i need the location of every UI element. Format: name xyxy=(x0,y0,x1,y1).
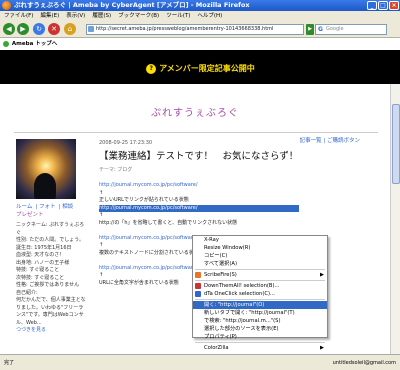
divider xyxy=(14,132,378,133)
blog-top-links[interactable]: 記事一覧 | ご購読ボタン xyxy=(300,136,360,144)
profile-details: ニックネーム: ぷれすうぇぶろぐ 性別: ただの人間。でしょう。 誕生日: 19… xyxy=(16,222,86,335)
context-item-scribefire[interactable]: ScribeFire(S) ▶ xyxy=(193,271,327,279)
context-item-resize-window[interactable]: Resize Window(R) xyxy=(193,244,327,252)
dta-icon xyxy=(195,291,201,297)
context-separator xyxy=(195,299,325,300)
sidebar-links: ルーム | フォト | 相談 xyxy=(16,204,74,210)
context-item-properties[interactable]: プロパティ(P) xyxy=(193,333,327,341)
profile-line: 血液型: 天才なのさ！ xyxy=(16,252,65,258)
maximize-button[interactable]: □ xyxy=(378,1,388,10)
status-bar: 完了 untitledsoleil@gmail.com xyxy=(0,354,400,370)
url-bar[interactable]: http://secret.ameba.jp/pressweblog/amemb… xyxy=(86,24,304,35)
firefox-icon xyxy=(2,1,11,10)
sidebar-link-consult[interactable]: 相談 xyxy=(62,204,73,210)
go-icon[interactable]: ▶ xyxy=(306,24,314,35)
status-text: 完了 xyxy=(4,360,15,366)
context-item-dta-oneclick[interactable]: dTa OneClick selection(C)... xyxy=(193,290,327,298)
stop-icon[interactable]: ✕ xyxy=(48,23,60,35)
google-icon: G xyxy=(318,26,323,33)
profile-line: 特技: すぐ寝ること xyxy=(16,267,60,273)
navigation-toolbar: ◀ ▶ ↻ ✕ ⌂ http://secret.ameba.jp/presswe… xyxy=(0,21,400,38)
ameba-header: Ameba トップへ xyxy=(0,39,400,50)
profile-line: 誕生日: 1975年1月16日 xyxy=(16,244,72,251)
profile-line: 性格: ご挨拶ではありません xyxy=(16,282,80,288)
scrollbar-thumb[interactable] xyxy=(392,104,400,184)
forward-icon[interactable]: ▶ xyxy=(17,23,29,35)
member-banner: ? アメンバー限定記事公開中 xyxy=(0,50,400,84)
blog-title[interactable]: ぷれすうぇぶろぐ xyxy=(0,104,390,119)
downthemall-icon xyxy=(195,283,201,289)
context-item-open-link[interactable]: 開く: "http://journal"(O) xyxy=(193,301,327,309)
context-item-open-new-tab[interactable]: 新しいタブで開く: "http://journal"(T) xyxy=(193,309,327,317)
profile-image[interactable] xyxy=(16,139,76,199)
url-text: http://secret.ameba.jp/pressweblog/amemb… xyxy=(96,26,274,32)
context-item-label: dTa OneClick selection(C)... xyxy=(204,291,275,297)
window-title-bar: ぷれすうぇぶろぐ | Ameba by CyberAgent [アメブロ] - … xyxy=(0,0,400,11)
banner-pill[interactable]: ? アメンバー限定記事公開中 xyxy=(108,62,293,76)
context-item-label: DownThemAll! selection(B)... xyxy=(204,283,280,289)
context-item-colorzilla[interactable]: ColorZilla ▶ xyxy=(193,344,327,352)
post-line: ↑ xyxy=(99,189,104,196)
context-item-label: ScribeFire(S) xyxy=(204,272,237,278)
context-menu: X-Ray Resize Window(R) コピー(C) すべて選択(A) S… xyxy=(192,235,328,351)
context-item-downthemall[interactable]: DownThemAll! selection(B)... xyxy=(193,282,327,290)
menu-file[interactable]: ファイル(F) xyxy=(4,11,33,21)
close-button[interactable]: × xyxy=(389,1,399,10)
status-account[interactable]: untitledsoleil@gmail.com xyxy=(333,355,396,370)
context-item-label: ColorZilla xyxy=(204,345,229,351)
menu-edit[interactable]: 編集(E) xyxy=(40,11,59,21)
back-icon[interactable]: ◀ xyxy=(3,23,15,35)
home-icon[interactable]: ⌂ xyxy=(64,23,76,35)
post-line: http://の「h」を省略して書くと、自動でリンクされない状態 xyxy=(99,219,238,226)
profile-line: 性別: ただの人間。でしょう。 xyxy=(16,237,84,243)
reload-icon[interactable]: ↻ xyxy=(33,23,45,35)
context-separator xyxy=(195,342,325,343)
context-item-select-all[interactable]: すべて選択(A) xyxy=(193,260,327,268)
profile-line: 自己紹介: xyxy=(16,289,38,296)
menu-view[interactable]: 表示(V) xyxy=(66,11,85,21)
ameba-home-link[interactable]: Ameba トップへ xyxy=(12,41,57,47)
minimize-button[interactable]: _ xyxy=(367,1,377,10)
post-line: 正しいURLでリンクが貼られている状態 xyxy=(99,197,189,203)
menu-bookmarks[interactable]: ブックマーク(B) xyxy=(118,11,159,21)
context-separator xyxy=(195,280,325,281)
page-scrollbar[interactable] xyxy=(390,84,400,354)
post-line: ↑ xyxy=(99,212,104,218)
scribefire-icon xyxy=(195,272,201,278)
site-favicon-icon xyxy=(88,26,94,32)
post-url[interactable]: http://journal.mycom.co.jp/pc/software/ xyxy=(99,182,299,190)
profile-line: ニックネーム: ぷれすうぇぶろぐ xyxy=(16,222,85,236)
profile-line: 次特技: すぐ寝ること xyxy=(16,274,65,281)
profile-line: 出身地: ハノーの王子様 xyxy=(16,259,70,266)
profile-line: 何だかんだで、個人事業主となりました。いわゆる"フリーランス"です。専門はWeb… xyxy=(16,297,86,326)
context-item-copy[interactable]: コピー(C) xyxy=(193,252,327,260)
post-title[interactable]: 【業務連絡】テストです！ お気になさらず！ xyxy=(99,148,298,162)
search-placeholder: Google xyxy=(326,26,344,32)
menu-tools[interactable]: ツール(T) xyxy=(166,11,190,21)
context-item-xray[interactable]: X-Ray xyxy=(193,236,327,244)
context-item-view-selection-source[interactable]: 選択した部分のソースを表示(E) xyxy=(193,325,327,333)
sidebar-present-link[interactable]: プレゼント xyxy=(16,210,44,218)
window-title: ぷれすうぇぶろぐ | Ameba by CyberAgent [アメブロ] - … xyxy=(14,1,250,9)
banner-text: アメンバー限定記事公開中 xyxy=(159,64,255,73)
post-date: 2008-09-25 17:23:30 xyxy=(99,140,153,146)
post-theme[interactable]: テーマ: ブログ xyxy=(99,166,132,173)
read-more-link[interactable]: つづきを見る xyxy=(16,327,86,335)
submenu-arrow-icon: ▶ xyxy=(320,345,324,351)
post-line xyxy=(99,227,299,235)
key-icon: ? xyxy=(146,63,157,74)
ameba-logo-icon xyxy=(3,40,9,47)
context-item-search[interactable]: で検索: "http://journal.m..."(S) xyxy=(193,317,327,325)
menu-help[interactable]: ヘルプ(H) xyxy=(197,11,222,21)
menu-history[interactable]: 履歴(S) xyxy=(92,11,111,21)
submenu-arrow-icon: ▶ xyxy=(320,272,324,278)
post-url-selected[interactable]: http://journal.mycom.co.jp/pc/software/ xyxy=(99,204,299,212)
search-input[interactable]: G Google xyxy=(315,24,387,35)
menu-bar: ファイル(F) 編集(E) 表示(V) 履歴(S) ブックマーク(B) ツール(… xyxy=(0,11,400,21)
context-separator xyxy=(195,269,325,270)
